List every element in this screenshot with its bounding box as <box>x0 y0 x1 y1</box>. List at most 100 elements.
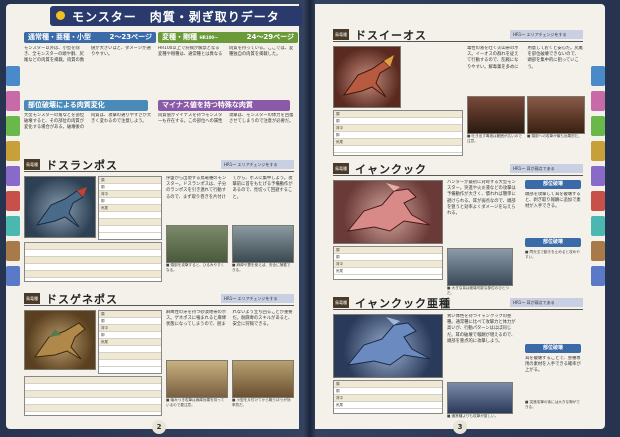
section-variants-range: HR100〜 <box>199 35 219 40</box>
index-tab <box>591 141 605 161</box>
stat-row <box>99 353 161 360</box>
screenshot-yiankukku-subspecies-1 <box>447 382 513 414</box>
stat-row: 脚 <box>99 332 161 339</box>
stat-table-dosgenepos-drops <box>24 376 162 416</box>
screenshot-dosranpos-1 <box>166 225 228 263</box>
page-number-right: 3 <box>453 420 467 434</box>
index-tab <box>591 216 605 236</box>
monster-tag: HR1〜 エリアチェンジをする <box>221 294 294 303</box>
section-variants: 変種・剛種 HR100〜 24〜29ページ <box>158 32 298 43</box>
dosgenepos-figure-icon <box>33 322 86 360</box>
intro-text-d: 肉質値がマイナスを持つモンスターも存在する。この部位への属性攻撃は、モンスターの… <box>158 113 294 125</box>
dosranpos-figure-icon <box>35 187 87 228</box>
monster-header-yiankukku-subspecies: 鳥竜種 イャンクック亜種 HR1〜 耳が弱点である <box>333 296 583 310</box>
screenshot-yiankukku-1 <box>447 248 513 286</box>
stat-table-yiankukku: 頭胴背中 尻尾 <box>333 246 443 280</box>
stat-row: 頭 <box>334 381 442 388</box>
caption-dosgenepos-1: ■ 噛みつき攻撃は麻痺効果を持っているので要注意。 <box>166 398 225 407</box>
stat-row: 尻尾 <box>334 402 442 409</box>
caption-dosiios-1: ■ 吐き出す毒液は範囲が広いので注意。 <box>467 134 522 143</box>
index-tab <box>6 241 20 261</box>
index-tab <box>6 141 20 161</box>
notes-text-yiankukku-subspecies: 耳を破壊することで、亜種専用の素材を入手できる確率が上がる。 <box>525 356 581 374</box>
stat-row: 頭 <box>99 311 161 318</box>
section-low-rank-pages: 2〜23ページ <box>109 33 152 41</box>
stat-row: 尻尾 <box>334 139 462 146</box>
caption-dosranpos-2: ■ 麻痺や罠を使えば、安全に捕獲できる。 <box>232 263 291 272</box>
caption-dosgenepos-2: ■ 小型を片付けてから戦うほうが効率的だ。 <box>232 398 291 407</box>
monster-text-yiankukku: ハンターが最初に対峙する大型モンスター。突進や火炎液などの攻撃は予備動作が大きく… <box>447 180 516 217</box>
stat-table-dosgenepos: 頭胴背中脚尻尾 <box>98 310 162 374</box>
index-tab <box>6 191 20 211</box>
monster-text-dosranpos: 序盤から出現する鳥竜種のモンスター。ドスランポスは、子分のランポスを引き連れて行… <box>166 176 293 200</box>
screenshot-dosiios-2 <box>527 96 585 134</box>
left-page: モンスター 肉質・剥ぎ取りデータ 通常種・亜種・小型 2〜23ページ モンスター… <box>6 4 302 434</box>
stat-row <box>25 405 161 412</box>
stat-row <box>334 146 462 153</box>
caption-yiankukku-1: ■ 大きな耳は破壊可能な部位のひとつだ。 <box>447 286 509 295</box>
monster-category: 鳥竜種 <box>333 29 349 40</box>
stat-row: 脚 <box>334 132 462 139</box>
box-part-break-title: 部位破壊による肉質変化 <box>28 101 105 109</box>
stat-row <box>25 264 161 271</box>
caption-yiankukku-subspecies-1: ■ 通常種よりも攻撃が激しい。 <box>447 414 499 418</box>
stat-row: 頭 <box>334 247 442 254</box>
caption-yiankukku-2: ■ 閃光玉で動きを止めると攻めやすい。 <box>525 250 580 259</box>
monster-tag: HR1〜 エリアチェンジをする <box>221 160 294 169</box>
stat-row <box>99 219 161 226</box>
index-tab <box>591 241 605 261</box>
right-page: 鳥竜種 ドスイーオス HR1〜 エリアチェンジをする 毒性の液を吐く火山帯のボス… <box>315 4 605 434</box>
intro-text-a: モンスター以外は、小型を除き、全モンスターの頭や胴、尻尾などの肉質を掲載。肉質の… <box>24 46 151 64</box>
intro-text-c: 大型モンスターの角などを部位破壊すると、その部位の肉質が変化する場合がある。破壊… <box>24 113 152 131</box>
right-index-tabs <box>591 66 605 291</box>
stat-row: 尻尾 <box>334 268 442 275</box>
stat-row: 背中 <box>99 325 161 332</box>
monster-category: 鳥竜種 <box>24 293 40 304</box>
stat-row: 背中 <box>334 261 442 268</box>
index-tab <box>591 116 605 136</box>
index-tab <box>6 166 20 186</box>
stat-row: 胴 <box>334 254 442 261</box>
title-marker-icon <box>56 11 65 20</box>
stat-row: 尻尾 <box>99 205 161 212</box>
monster-illustration-dosgenepos <box>24 310 96 370</box>
stat-row <box>25 391 161 398</box>
stat-table-dosranpos-drops <box>24 242 162 282</box>
stat-row: 背中 <box>334 395 442 402</box>
monster-tag: HR1〜 エリアチェンジをする <box>510 30 583 39</box>
stat-table-dosiios: 頭胴背中脚尻尾 <box>333 110 463 156</box>
caption-dosranpos-1: ■ 頭部を攻撃すると、ひるみやすくなる。 <box>166 263 225 272</box>
magazine-spread: モンスター 肉質・剥ぎ取りデータ 通常種・亜種・小型 2〜23ページ モンスター… <box>0 0 620 437</box>
stat-row: 尻尾 <box>99 339 161 346</box>
stat-row: 背中 <box>334 125 462 132</box>
section-variants-label: 変種・剛種 <box>162 33 197 41</box>
page-title-bar: モンスター 肉質・剥ぎ取りデータ <box>50 6 302 26</box>
monster-illustration-yiankukku-subspecies <box>333 314 443 378</box>
section-variants-pages: 24〜29ページ <box>246 33 294 41</box>
stat-row: 胴 <box>334 388 442 395</box>
stat-row <box>25 398 161 405</box>
stat-row: 脚 <box>99 198 161 205</box>
monster-category: 鳥竜種 <box>333 297 349 308</box>
yiankukku-figure-icon <box>346 183 431 232</box>
notes-title-yiankukku-2: 部位破壊 <box>525 238 581 247</box>
stat-row <box>99 360 161 367</box>
monster-text-yiankukku-subspecies: 青い体色を持つイャンクックの亜種。通常種に比べて攻撃力と体力が高いが、行動パター… <box>447 314 516 344</box>
stat-row: 胴 <box>99 318 161 325</box>
stat-row <box>25 257 161 264</box>
stat-row <box>99 346 161 353</box>
index-tab <box>6 266 20 286</box>
monster-text-dosiios: 毒性の液を吐く火山帯のボス。イーオスの群れを従えて行動するので、乱戦になりやすい… <box>467 46 583 70</box>
intro-text-b: HR100以上で狩猟が解禁となる変種や剛種は、通常種とは異なる肉質を持っている。… <box>158 46 294 58</box>
stat-row: 背中 <box>99 191 161 198</box>
screenshot-dosranpos-2 <box>232 225 294 263</box>
monster-illustration-yiankukku <box>333 180 443 244</box>
monster-text-dosiios-a <box>403 46 461 106</box>
notes-title-yiankukku-subspecies: 部位破壊 <box>525 344 581 353</box>
monster-name: イャンクック亜種 <box>355 297 451 310</box>
index-tab <box>6 66 20 86</box>
index-tab <box>591 191 605 211</box>
screenshot-dosiios-1 <box>467 96 525 134</box>
stat-row: 胴 <box>334 118 462 125</box>
monster-category: 鳥竜種 <box>24 159 40 170</box>
